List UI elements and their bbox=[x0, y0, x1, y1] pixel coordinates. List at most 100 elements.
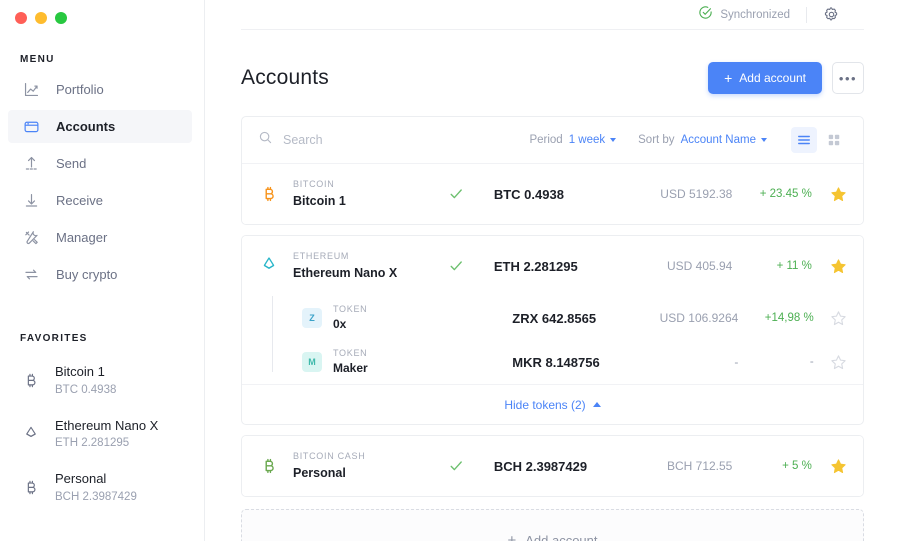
view-toggle-group bbox=[791, 127, 847, 153]
sidebar-item-portfolio[interactable]: Portfolio bbox=[8, 73, 192, 106]
minimize-window-button[interactable] bbox=[35, 12, 47, 24]
close-window-button[interactable] bbox=[15, 12, 27, 24]
sidebar-item-accounts[interactable]: Accounts bbox=[8, 110, 192, 143]
favorite-star-button[interactable] bbox=[812, 458, 847, 475]
hide-tokens-label: Hide tokens (2) bbox=[504, 397, 586, 412]
grid-view-icon[interactable] bbox=[821, 127, 847, 153]
add-account-button[interactable]: + Add account bbox=[708, 62, 822, 94]
sort-value: Account Name bbox=[680, 134, 756, 146]
account-currency: BITCOIN CASH bbox=[293, 451, 366, 462]
bitcoin-cash-icon bbox=[258, 457, 280, 476]
token-row-0x[interactable]: Z TOKEN 0x ZRX 642.8565 USD 106.9264 +14… bbox=[272, 296, 863, 340]
search-input[interactable] bbox=[283, 133, 483, 147]
sidebar-item-label: Portfolio bbox=[56, 82, 104, 97]
send-arrow-up-icon bbox=[22, 155, 40, 173]
check-circle-icon bbox=[698, 5, 713, 25]
favorite-star-button[interactable] bbox=[812, 258, 847, 275]
favorite-balance: BTC 0.4938 bbox=[55, 383, 117, 396]
verified-check-icon bbox=[419, 186, 494, 202]
token-badge-icon: Z bbox=[302, 308, 322, 328]
exchange-arrows-icon bbox=[22, 266, 40, 284]
plus-icon: + bbox=[724, 70, 733, 86]
app-window: MENU Portfolio Accounts Send Receive Man… bbox=[0, 0, 900, 541]
sidebar-item-buy-crypto[interactable]: Buy crypto bbox=[8, 258, 192, 291]
bitcoin-icon bbox=[22, 371, 40, 391]
sort-filter[interactable]: Sort by Account Name bbox=[638, 134, 767, 146]
hide-tokens-toggle[interactable]: Hide tokens (2) bbox=[242, 384, 863, 424]
favorite-balance: BCH 2.3987429 bbox=[55, 490, 137, 503]
maximize-window-button[interactable] bbox=[55, 12, 67, 24]
favorite-star-button[interactable] bbox=[812, 186, 847, 203]
account-change-percent: + 23.45 % bbox=[759, 188, 812, 200]
plus-icon: + bbox=[507, 531, 517, 541]
account-group-ethereum: ETHEREUM Ethereum Nano X ETH 2.281295 US… bbox=[241, 235, 864, 425]
period-filter[interactable]: Period 1 week bbox=[529, 134, 617, 146]
favorite-name: Ethereum Nano X bbox=[55, 417, 159, 433]
account-identity: BITCOIN Bitcoin 1 bbox=[293, 178, 419, 210]
token-name: Maker bbox=[333, 361, 368, 376]
period-dropdown[interactable]: 1 week bbox=[568, 134, 617, 146]
account-amount: BTC 0.4938 bbox=[493, 186, 564, 202]
sort-dropdown[interactable]: Account Name bbox=[681, 134, 767, 146]
token-identity: TOKEN 0x bbox=[333, 303, 441, 334]
favorite-item-bitcoin-1[interactable]: Bitcoin 1 BTC 0.4938 bbox=[0, 354, 204, 408]
verified-check-icon bbox=[419, 258, 494, 274]
sidebar: MENU Portfolio Accounts Send Receive Man… bbox=[0, 0, 205, 541]
add-account-placeholder-label: Add account bbox=[525, 532, 598, 541]
token-amount: MKR 8.148756 bbox=[512, 354, 600, 370]
account-identity: BITCOIN CASH Personal bbox=[293, 450, 419, 482]
favorites-list: Bitcoin 1 BTC 0.4938 Ethereum Nano X ETH… bbox=[0, 354, 204, 515]
bitcoin-icon bbox=[258, 185, 280, 204]
account-fiat-value: BCH 712.55 bbox=[666, 459, 733, 473]
gear-icon[interactable] bbox=[823, 6, 840, 23]
bitcoin-cash-icon bbox=[22, 478, 40, 498]
ellipsis-icon: ••• bbox=[838, 70, 858, 86]
verified-check-icon bbox=[419, 458, 494, 474]
token-identity: TOKEN Maker bbox=[333, 347, 441, 378]
filter-bar: Period 1 week Sort by Account Name bbox=[242, 117, 863, 164]
favorite-name: Bitcoin 1 bbox=[55, 364, 105, 379]
add-account-label: Add account bbox=[739, 71, 806, 85]
token-name: 0x bbox=[333, 317, 347, 332]
period-value: 1 week bbox=[568, 134, 606, 146]
account-row-bitcoin-1[interactable]: BITCOIN Bitcoin 1 BTC 0.4938 USD 5192.38… bbox=[242, 164, 863, 224]
window-controls[interactable] bbox=[0, 0, 204, 24]
chevron-up-icon bbox=[592, 402, 601, 407]
token-badge-icon: M bbox=[302, 352, 322, 372]
chart-line-icon bbox=[22, 81, 40, 99]
account-row-ethereum-nano-x[interactable]: ETHEREUM Ethereum Nano X ETH 2.281295 US… bbox=[242, 236, 863, 296]
account-amount: ETH 2.281295 bbox=[493, 258, 578, 274]
sidebar-item-receive[interactable]: Receive bbox=[8, 184, 192, 217]
token-kind: TOKEN bbox=[333, 347, 368, 358]
account-row-personal[interactable]: BITCOIN CASH Personal BCH 2.3987429 BCH … bbox=[242, 436, 863, 496]
more-options-button[interactable]: ••• bbox=[832, 62, 864, 94]
list-view-icon[interactable] bbox=[791, 127, 817, 153]
favorite-star-button[interactable] bbox=[814, 354, 847, 371]
token-fiat-value: USD 106.9264 bbox=[659, 311, 739, 325]
sort-label: Sort by bbox=[638, 134, 675, 146]
period-label: Period bbox=[529, 134, 563, 146]
sidebar-item-send[interactable]: Send bbox=[8, 147, 192, 180]
search-box[interactable] bbox=[258, 130, 507, 150]
chevron-down-icon bbox=[761, 138, 767, 142]
main-content: Synchronized Accounts + Add account ••• … bbox=[205, 0, 900, 541]
top-status-bar: Synchronized bbox=[241, 0, 864, 30]
page-header: Accounts + Add account ••• bbox=[241, 62, 864, 94]
favorite-item-personal[interactable]: Personal BCH 2.3987429 bbox=[0, 461, 204, 515]
account-amount: BCH 2.3987429 bbox=[493, 458, 588, 474]
add-account-placeholder[interactable]: + Add account bbox=[241, 509, 864, 541]
ethereum-icon bbox=[258, 256, 280, 276]
receive-arrow-down-icon bbox=[22, 192, 40, 210]
sidebar-nav: Portfolio Accounts Send Receive Manager … bbox=[0, 73, 204, 291]
wallet-icon bbox=[22, 118, 40, 136]
account-currency: BITCOIN bbox=[293, 179, 335, 190]
chevron-down-icon bbox=[610, 138, 617, 142]
favorite-item-ethereum-nano-x[interactable]: Ethereum Nano X ETH 2.281295 bbox=[0, 408, 204, 462]
account-currency: ETHEREUM bbox=[293, 251, 350, 262]
sidebar-item-manager[interactable]: Manager bbox=[8, 221, 192, 254]
account-change-percent: + 11 % bbox=[776, 260, 812, 272]
search-icon bbox=[258, 130, 273, 150]
token-row-maker[interactable]: M TOKEN Maker MKR 8.148756 - - bbox=[272, 340, 863, 384]
favorite-star-button[interactable] bbox=[814, 310, 847, 327]
tools-icon bbox=[22, 229, 40, 247]
